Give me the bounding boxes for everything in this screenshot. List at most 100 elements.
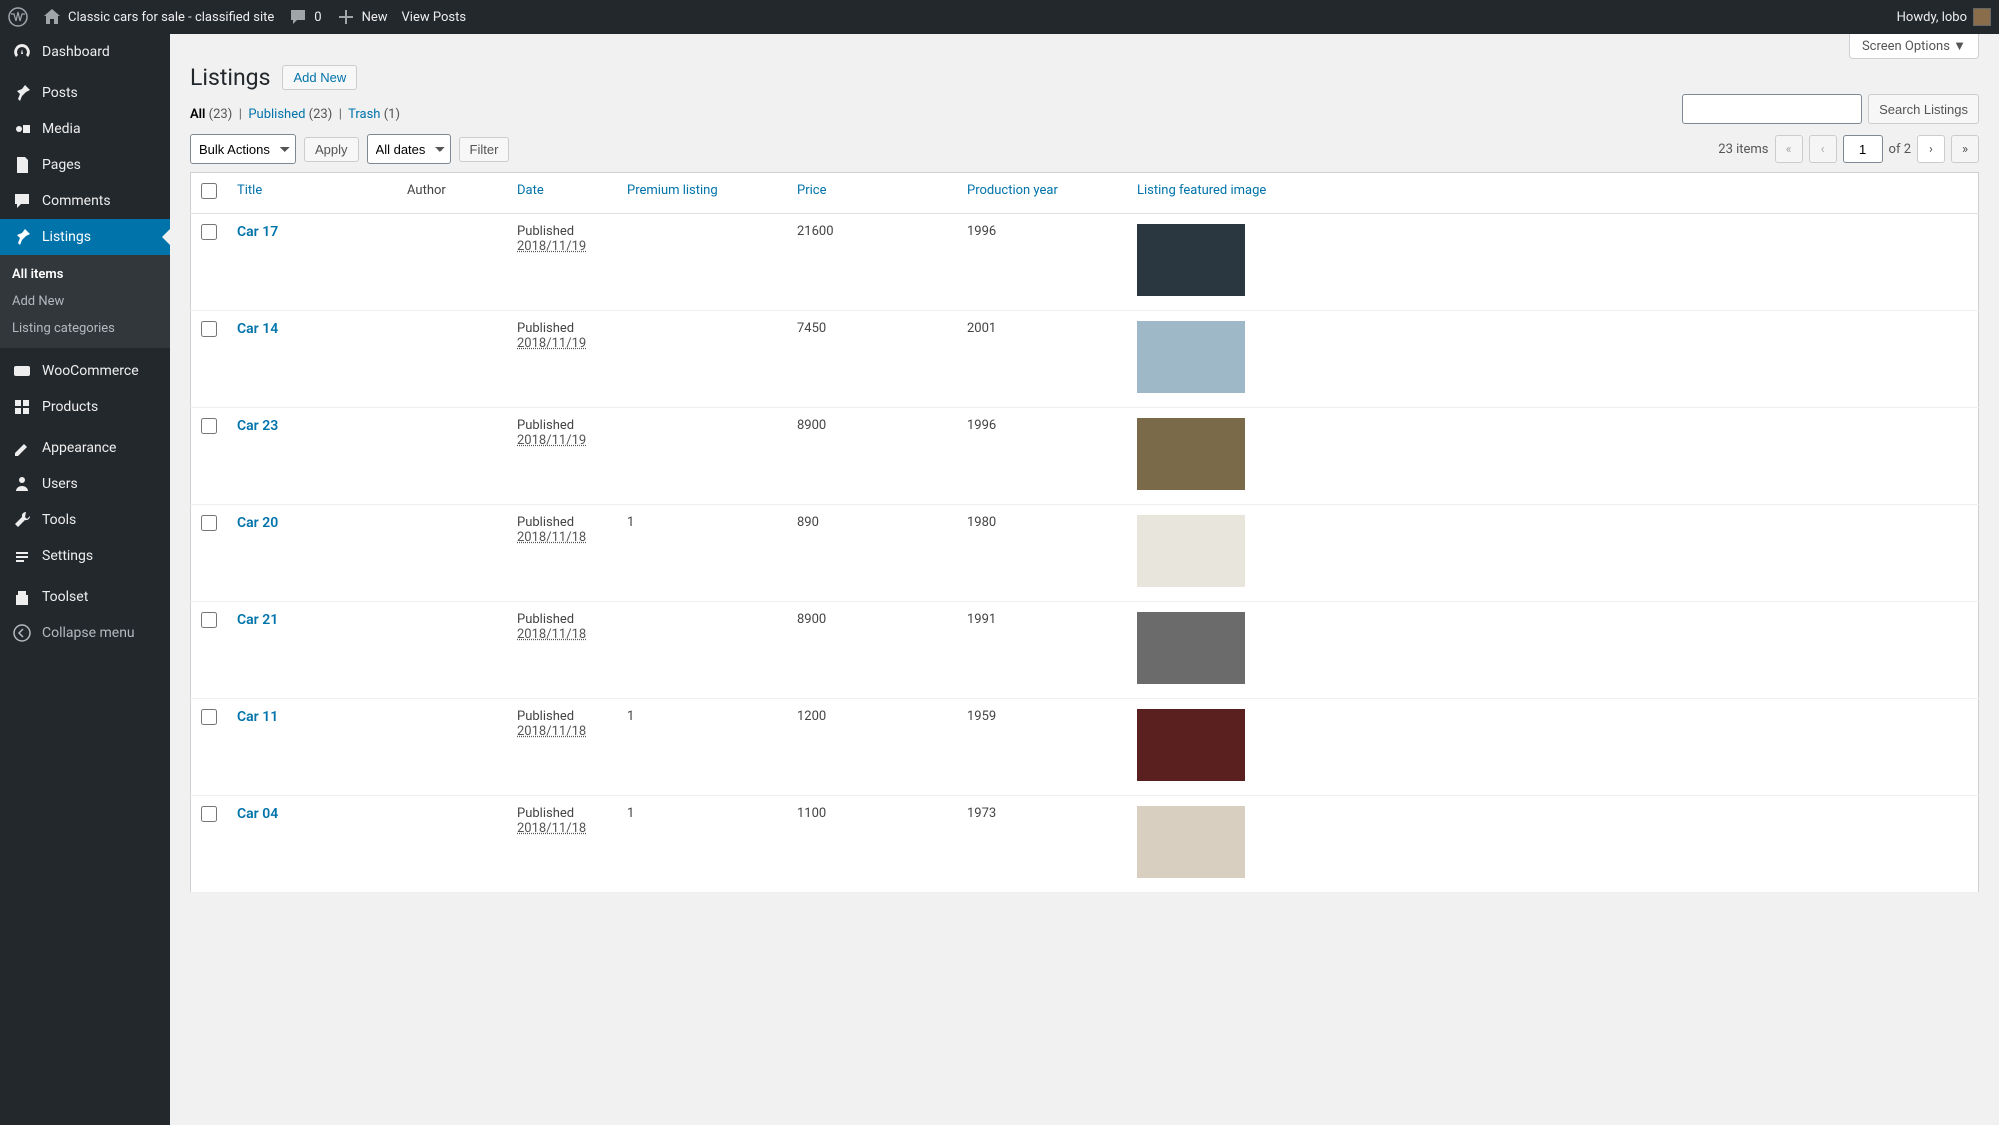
row-premium: 1 [617,699,787,796]
row-price: 1100 [787,796,957,893]
menu-pages[interactable]: Pages [0,147,170,183]
admin-sidebar: Dashboard Posts Media Pages Comments Lis… [0,34,170,1125]
add-new-button[interactable]: Add New [282,65,357,90]
row-premium: 1 [617,505,787,602]
row-checkbox[interactable] [201,709,217,725]
menu-listings[interactable]: Listings [0,219,170,255]
row-checkbox[interactable] [201,321,217,337]
submenu-add-new[interactable]: Add New [0,288,170,315]
row-year: 1973 [957,796,1127,893]
row-title-link[interactable]: Car 20 [237,515,278,531]
row-price: 8900 [787,408,957,505]
row-title-link[interactable]: Car 21 [237,612,278,628]
submenu-all-items[interactable]: All items [0,261,170,288]
first-page-button[interactable]: « [1775,135,1803,163]
row-thumbnail [1137,612,1245,684]
row-checkbox[interactable] [201,224,217,240]
menu-dashboard[interactable]: Dashboard [0,34,170,70]
site-title-text: Classic cars for sale - classified site [68,10,274,25]
col-date[interactable]: Date [517,183,544,198]
submenu-listing-categories[interactable]: Listing categories [0,315,170,342]
menu-posts[interactable]: Posts [0,75,170,111]
row-price: 890 [787,505,957,602]
menu-toolset[interactable]: Toolset [0,579,170,615]
items-count: 23 items [1718,142,1768,157]
col-year[interactable]: Production year [967,183,1058,198]
row-thumbnail [1137,709,1245,781]
menu-users[interactable]: Users [0,466,170,502]
plus-icon [336,7,356,27]
comment-icon [12,191,32,211]
bulk-actions-select[interactable]: Bulk Actions [190,134,296,164]
row-title-link[interactable]: Car 04 [237,806,278,822]
row-checkbox[interactable] [201,515,217,531]
table-row: Car 04Published2018/11/18111001973 [191,796,1979,893]
apply-button[interactable]: Apply [304,137,359,162]
row-thumbnail [1137,806,1245,878]
row-date: Published2018/11/18 [507,699,617,796]
row-year: 1980 [957,505,1127,602]
row-checkbox[interactable] [201,612,217,628]
search-box: Search Listings [1682,94,1979,124]
site-name[interactable]: Classic cars for sale - classified site [42,7,274,27]
col-title[interactable]: Title [237,183,262,198]
pages-icon [12,155,32,175]
col-price[interactable]: Price [797,183,826,198]
menu-appearance[interactable]: Appearance [0,430,170,466]
row-premium: 1 [617,796,787,893]
filter-trash[interactable]: Trash [348,107,380,122]
screen-options-toggle[interactable]: Screen Options ▼ [1849,34,1979,59]
filter-button[interactable]: Filter [459,137,510,162]
row-thumbnail [1137,224,1245,296]
table-row: Car 21Published2018/11/1889001991 [191,602,1979,699]
next-page-button[interactable]: › [1917,135,1945,163]
comment-icon [288,7,308,27]
howdy-link[interactable]: Howdy, lobo [1897,8,1991,26]
table-row: Car 14Published2018/11/1974502001 [191,311,1979,408]
home-icon [42,7,62,27]
menu-collapse[interactable]: Collapse menu [0,615,170,651]
menu-settings[interactable]: Settings [0,538,170,574]
row-checkbox[interactable] [201,418,217,434]
menu-tools[interactable]: Tools [0,502,170,538]
view-posts-link[interactable]: View Posts [402,10,467,25]
new-link[interactable]: New [336,7,388,27]
menu-label: Toolset [42,589,88,605]
menu-label: Collapse menu [42,625,135,641]
wp-logo[interactable] [8,7,28,27]
tools-icon [12,510,32,530]
filter-published[interactable]: Published [248,107,305,122]
date-filter-select[interactable]: All dates [367,134,451,164]
search-listings-button[interactable]: Search Listings [1868,94,1979,124]
search-input[interactable] [1682,94,1862,124]
last-page-button[interactable]: » [1951,135,1979,163]
row-title-link[interactable]: Car 17 [237,224,278,240]
menu-media[interactable]: Media [0,111,170,147]
menu-comments[interactable]: Comments [0,183,170,219]
toolset-icon [12,587,32,607]
settings-icon [12,546,32,566]
menu-woocommerce[interactable]: WooCommerce [0,353,170,389]
row-date: Published2018/11/19 [507,214,617,311]
col-premium[interactable]: Premium listing [627,183,718,198]
row-author [397,699,507,796]
filter-all[interactable]: All [190,107,205,122]
menu-products[interactable]: Products [0,389,170,425]
row-title-link[interactable]: Car 14 [237,321,278,337]
row-premium [617,602,787,699]
comments-link[interactable]: 0 [288,7,321,27]
row-year: 1996 [957,408,1127,505]
row-title-link[interactable]: Car 11 [237,709,278,725]
prev-page-button[interactable]: ‹ [1809,135,1837,163]
menu-label: Settings [42,548,93,564]
row-thumbnail [1137,418,1245,490]
tablenav-top: Bulk Actions Apply All dates Filter 23 i… [190,134,1979,164]
row-date: Published2018/11/19 [507,311,617,408]
current-page-input[interactable] [1843,135,1883,163]
row-title-link[interactable]: Car 23 [237,418,278,434]
row-author [397,214,507,311]
col-image[interactable]: Listing featured image [1137,183,1266,198]
select-all-checkbox[interactable] [201,183,217,199]
media-icon [12,119,32,139]
row-checkbox[interactable] [201,806,217,822]
